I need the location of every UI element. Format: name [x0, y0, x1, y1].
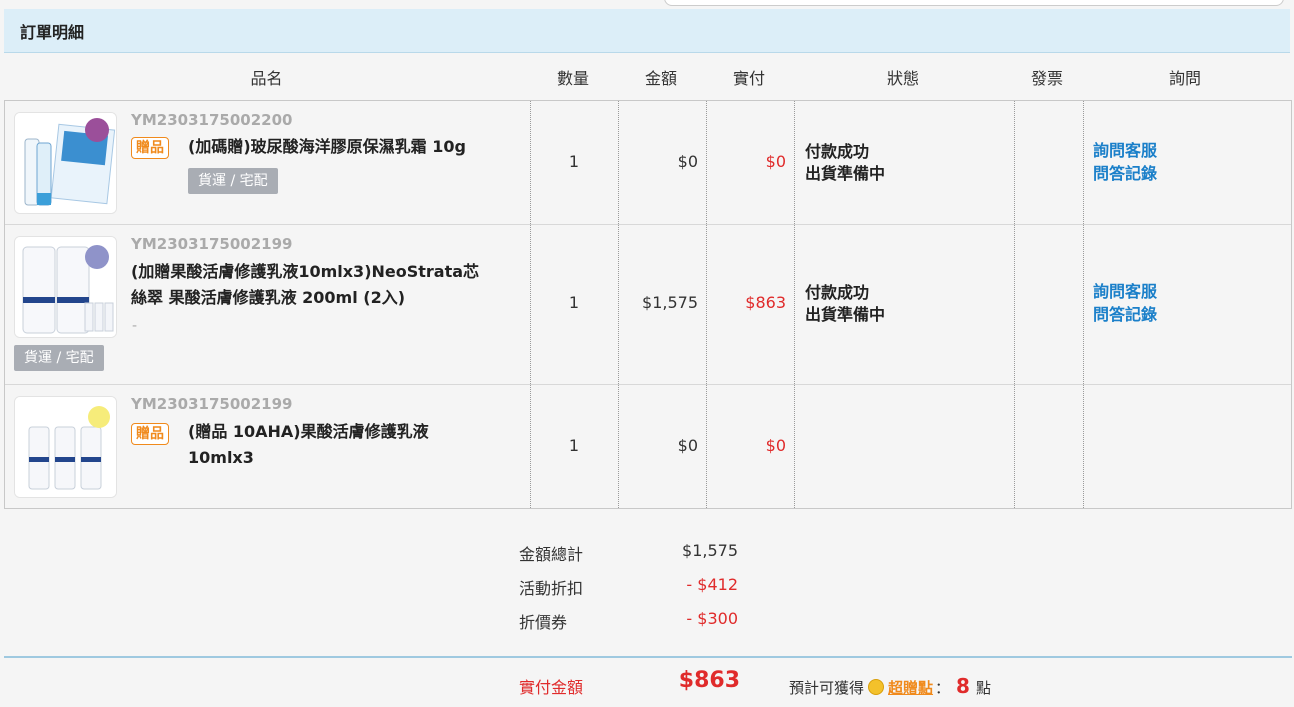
discount-label: 活動折扣	[519, 579, 584, 598]
points-info: 預計可獲得 超贈點 ： 8 點	[789, 674, 991, 698]
coin-icon	[868, 679, 885, 695]
discount-value: - $412	[686, 575, 738, 594]
subtotal-value: $1,575	[682, 541, 738, 560]
coupon-value: - $300	[686, 609, 738, 628]
status-shipping: 出貨準備中	[805, 305, 886, 324]
product-sku: YM2303175002199	[131, 235, 293, 253]
summary-divider	[4, 656, 1292, 658]
product-name[interactable]: (加贈果酸活膚修護乳液10mlx3)NeoStrata芯 絲翠 果酸活膚修護乳液…	[131, 259, 479, 311]
table-row: YM2303175002200 贈品 (加碼贈)玻尿酸海洋膠原保濕乳霜 10g …	[5, 101, 1291, 225]
order-items-table: YM2303175002200 贈品 (加碼贈)玻尿酸海洋膠原保濕乳霜 10g …	[4, 100, 1292, 509]
table-header: 品名 數量 金額 實付 狀態 發票 詢問	[4, 53, 1290, 100]
col-qty: 數量	[556, 68, 589, 88]
amount-value: $0	[677, 152, 698, 171]
gift-badge: 贈品	[131, 137, 169, 159]
qty-value: 1	[568, 293, 580, 312]
ask-links: 詢問客服 問答記錄	[1093, 280, 1157, 326]
ask-service-link[interactable]: 詢問客服	[1093, 139, 1157, 162]
product-name[interactable]: (加碼贈)玻尿酸海洋膠原保濕乳霜 10g	[188, 134, 466, 160]
product-image[interactable]	[14, 112, 117, 214]
col-paid: 實付	[732, 68, 765, 88]
coupon-label: 折價券	[519, 613, 568, 632]
product-image[interactable]	[14, 236, 117, 338]
status-payment: 付款成功	[805, 142, 870, 161]
col-amount: 金額	[644, 68, 677, 88]
product-name-line: 絲翠 果酸活膚修護乳液 200ml (2入)	[131, 288, 406, 307]
points-colon: ：	[935, 679, 951, 697]
points-value: 8	[956, 674, 970, 698]
paid-value: $863	[745, 293, 786, 312]
points-unit: 點	[975, 679, 991, 697]
total-paid-label: 實付金額	[519, 678, 584, 697]
table-row: YM2303175002199 贈品 (贈品 10AHA)果酸活膚修護乳液 10…	[5, 385, 1291, 509]
product-name[interactable]: (贈品 10AHA)果酸活膚修護乳液 10mlx3	[188, 419, 429, 471]
product-sku: YM2303175002199	[131, 395, 293, 413]
product-name-line: (加贈果酸活膚修護乳液10mlx3)NeoStrata芯	[131, 262, 480, 281]
paid-value: $0	[765, 152, 786, 171]
ask-links: 詢問客服 問答記錄	[1093, 139, 1157, 185]
col-invoice: 發票	[1030, 68, 1063, 88]
section-title: 訂單明細	[4, 9, 1290, 53]
col-product: 品名	[250, 68, 283, 88]
option-dash: -	[132, 318, 138, 334]
shipping-tag: 貨運 / 宅配	[14, 345, 104, 371]
col-status: 狀態	[886, 68, 919, 88]
points-prefix: 預計可獲得	[789, 679, 865, 697]
product-name-line: (贈品 10AHA)果酸活膚修護乳液	[188, 422, 429, 441]
qty-value: 1	[568, 436, 580, 455]
ask-service-link[interactable]: 詢問客服	[1093, 280, 1157, 303]
amount-value: $1,575	[642, 293, 698, 312]
product-image[interactable]	[14, 396, 117, 498]
status-text: 付款成功 出貨準備中	[805, 282, 885, 326]
status-shipping: 出貨準備中	[805, 164, 886, 183]
qty-value: 1	[568, 152, 580, 171]
qa-history-link[interactable]: 問答記錄	[1093, 162, 1157, 185]
subtotal-label: 金額總計	[519, 545, 584, 564]
product-sku: YM2303175002200	[131, 111, 293, 129]
points-link[interactable]: 超贈點	[888, 677, 933, 698]
total-paid-value: $863	[678, 668, 740, 693]
amount-value: $0	[677, 436, 698, 455]
col-ask: 詢問	[1168, 68, 1201, 88]
status-text: 付款成功 出貨準備中	[805, 141, 885, 185]
paid-value: $0	[765, 436, 786, 455]
gift-badge: 贈品	[131, 423, 169, 445]
shipping-tag: 貨運 / 宅配	[188, 168, 278, 194]
status-payment: 付款成功	[805, 283, 870, 302]
table-row: 貨運 / 宅配 YM2303175002199 (加贈果酸活膚修護乳液10mlx…	[5, 225, 1291, 385]
qa-history-link[interactable]: 問答記錄	[1093, 303, 1157, 326]
search-box-edge[interactable]	[664, 0, 1284, 6]
product-name-line: 10mlx3	[188, 448, 254, 467]
